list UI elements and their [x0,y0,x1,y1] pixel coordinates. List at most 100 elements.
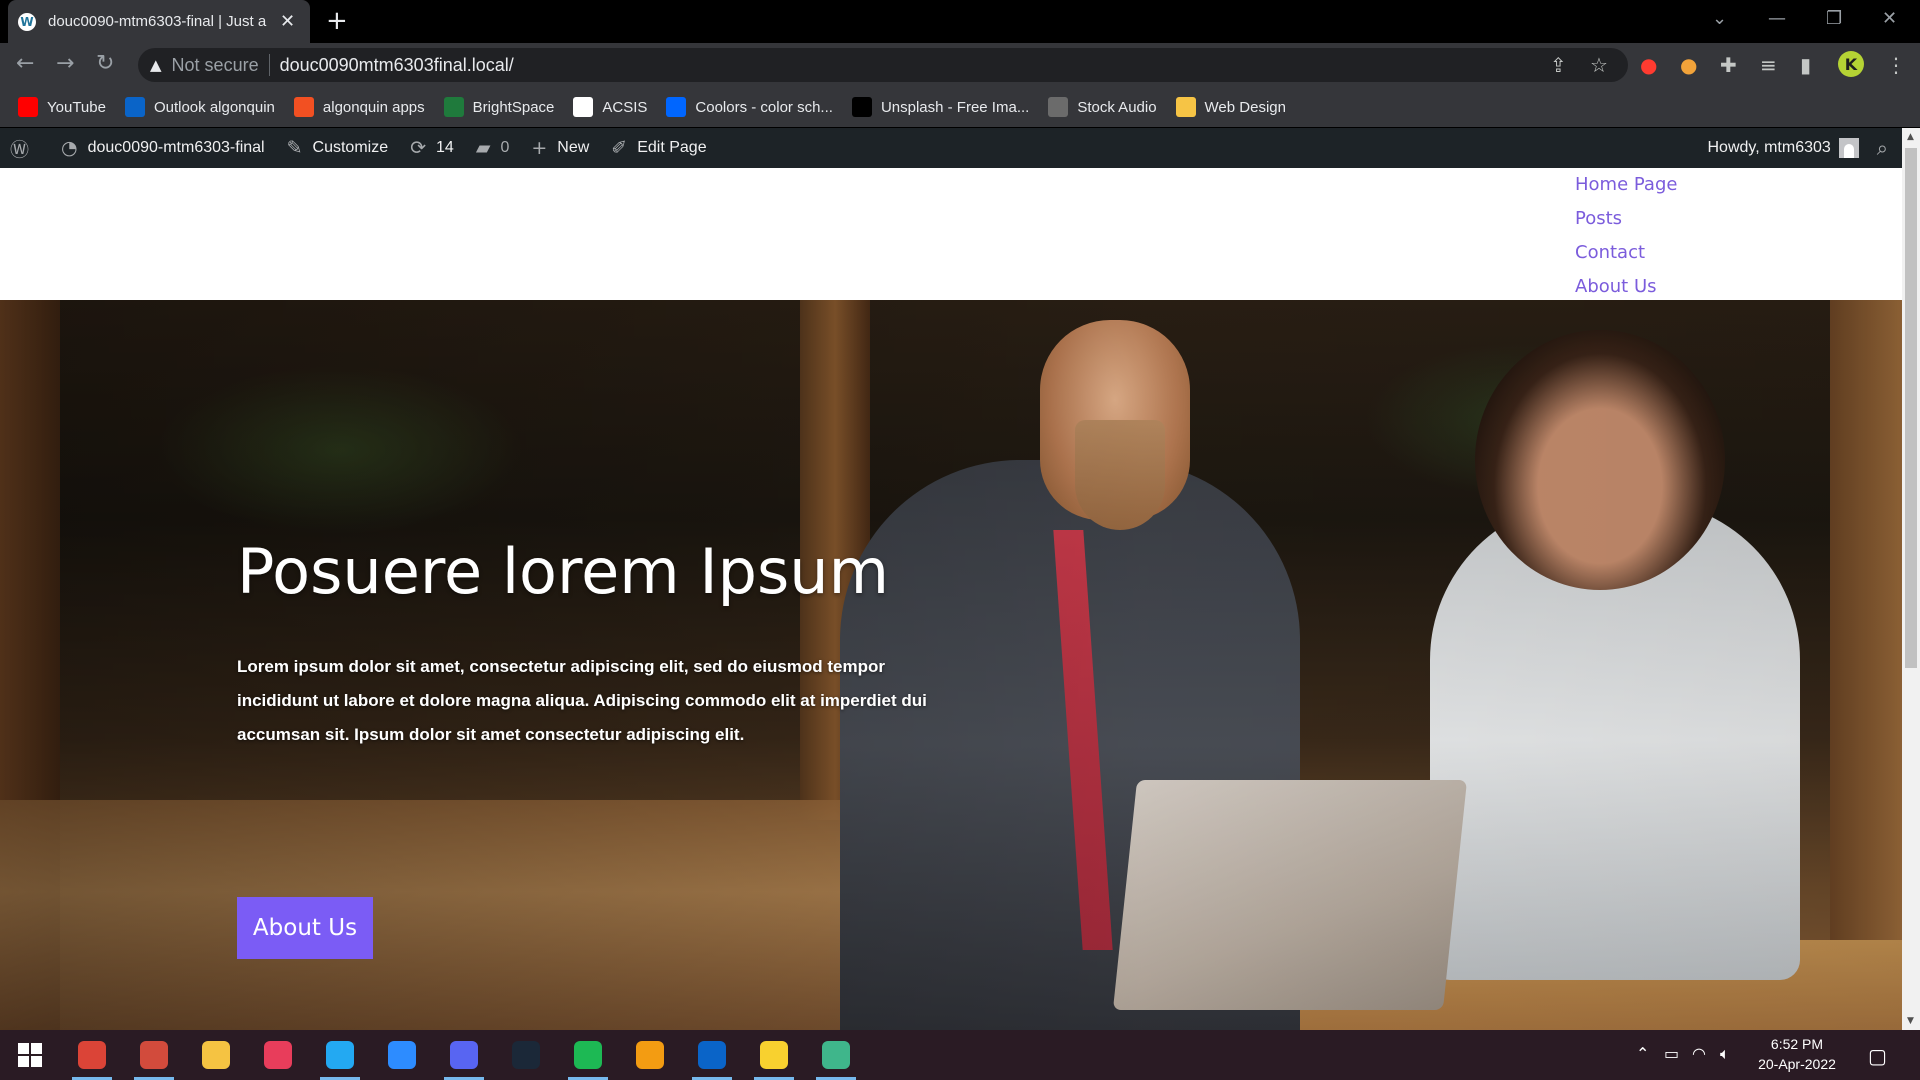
side-panel-icon[interactable]: ▮ [1800,53,1811,77]
restore-icon[interactable]: ❐ [1826,8,1842,29]
tab-title: douc0090-mtm6303-final | Just a [48,13,267,30]
minimize-icon[interactable]: — [1768,8,1786,29]
bookmark-item[interactable]: Coolors - color sch... [666,97,833,117]
scroll-down-arrow-icon[interactable]: ▼ [1907,1016,1914,1026]
taskbar-app[interactable] [64,1030,120,1080]
menu-item-about-us[interactable]: About Us [1575,270,1677,304]
user-avatar[interactable] [1838,138,1859,158]
dashboard-icon: ◔ [61,137,78,159]
taskbar-app[interactable] [374,1030,430,1080]
wp-updates-link[interactable]: ⟳ 14 [410,137,454,159]
outlook-icon [124,97,145,117]
address-bar[interactable]: ▲ Not secure douc0090mtm6303final.local/ [138,48,1628,82]
address-divider [268,54,270,76]
browser-tab-active[interactable]: W douc0090-mtm6303-final | Just a ✕ [8,0,310,43]
bookmark-item[interactable]: ACSIS [573,97,647,117]
scrollbar-thumb[interactable] [1905,148,1917,668]
search-icon[interactable]: ⌕ [1877,136,1888,160]
bookmark-item[interactable]: YouTube [18,97,106,117]
taskbar-app[interactable] [808,1030,864,1080]
wifi-icon[interactable]: ◠ [1692,1044,1706,1063]
youtube-icon [18,97,38,117]
bookmark-item[interactable]: Unsplash - Free Ima... [851,97,1029,117]
primary-menu: Home Page Posts Contact About Us [1575,168,1677,304]
file-explorer-icon [202,1041,230,1069]
bookmark-label: Web Design [1204,98,1286,116]
clock-date: 20-Apr-2022 [1758,1056,1836,1072]
paint-app-icon [140,1041,168,1069]
wp-site-name-link[interactable]: ◔ douc0090-mtm6303-final [61,137,265,159]
reload-icon[interactable]: ↻ [96,51,114,76]
wp-site-name[interactable]: douc0090-mtm6303-final [88,139,265,157]
bookmark-item[interactable]: BrightSpace [443,97,554,117]
wp-new-label[interactable]: New [557,139,589,157]
taskbar-app[interactable] [560,1030,616,1080]
page-scrollbar[interactable]: ▲ ▼ [1902,128,1920,1030]
taskbar-app[interactable] [684,1030,740,1080]
menu-item-contact[interactable]: Contact [1575,236,1677,270]
scroll-up-arrow-icon[interactable]: ▲ [1907,132,1914,142]
taskbar-app[interactable] [622,1030,678,1080]
discord-icon [450,1041,478,1069]
tab-search-chevron-icon[interactable]: ⌄ [1712,8,1727,29]
wp-logo-menu[interactable]: Ⓦ [10,135,39,162]
wp-customize-link[interactable]: ✎ Customize [287,137,389,159]
menu-item-home-page[interactable]: Home Page [1575,168,1677,202]
browser-tab-strip: W douc0090-mtm6303-final | Just a ✕ + ⌄ … [0,0,1920,43]
forward-icon[interactable]: → [56,51,74,76]
wp-edit-page-link[interactable]: ✐ Edit Page [611,137,706,159]
wp-comments-link[interactable]: ▰ 0 [476,137,510,159]
taskbar-app[interactable] [126,1030,182,1080]
share-icon[interactable]: ⇪ [1550,53,1567,77]
taskbar-app[interactable] [250,1030,306,1080]
bookmark-item[interactable]: Web Design [1175,97,1286,117]
taskbar-app[interactable] [188,1030,244,1080]
url-text[interactable]: douc0090mtm6303final.local/ [280,55,514,76]
coolors-icon [666,97,687,117]
taskbar-app[interactable] [746,1030,802,1080]
browser-toolbar: ← → ↻ ▲ Not secure douc0090mtm6303final.… [0,43,1920,87]
bookmark-item[interactable]: algonquin apps [293,97,425,117]
wordpress-logo-icon[interactable]: Ⓦ [10,135,29,162]
menu-item-posts[interactable]: Posts [1575,202,1677,236]
media-queue-icon[interactable]: ≡ [1760,53,1777,77]
bookmark-label: ACSIS [602,98,648,116]
vscode-icon [326,1041,354,1069]
steam-icon [512,1041,540,1069]
security-label[interactable]: Not secure [172,55,259,76]
taskbar-app[interactable] [312,1030,368,1080]
puzzle-extensions-icon[interactable]: ✚ [1720,53,1737,77]
start-button[interactable] [2,1030,58,1080]
notifications-icon[interactable]: ▢ [1868,1044,1887,1068]
about-us-button[interactable]: About Us [237,897,373,959]
wp-edit-page-label[interactable]: Edit Page [637,139,706,157]
taskbar-app[interactable] [436,1030,492,1080]
wp-howdy-user[interactable]: Howdy, mtm6303 [1707,139,1830,157]
tray-overflow-icon[interactable]: ⌃ [1636,1044,1649,1063]
bookmark-star-icon[interactable]: ☆ [1590,53,1608,77]
battery-icon[interactable]: ▭ [1664,1044,1679,1063]
wp-new-link[interactable]: + New [531,137,589,159]
back-icon[interactable]: ← [16,51,34,76]
taskbar-app[interactable] [498,1030,554,1080]
menu-kebab-icon[interactable]: ⋮ [1886,53,1906,77]
close-window-icon[interactable]: ✕ [1882,8,1897,29]
bookmark-item[interactable]: Outlook algonquin [124,97,275,117]
ad-blocker-extension-icon[interactable]: ● [1640,53,1657,77]
chrome-icon [78,1041,106,1069]
bookmark-item[interactable]: Stock Audio [1048,97,1157,117]
bookmarks-bar: YouTube Outlook algonquin algonquin apps Br… [0,87,1920,127]
zoom-icon [388,1041,416,1069]
profile-avatar[interactable]: K [1838,51,1864,77]
tab-close-icon[interactable]: ✕ [280,11,295,32]
warning-icon[interactable]: ▲ [150,56,162,74]
wp-customize-label[interactable]: Customize [313,139,389,157]
folder-icon [1175,97,1196,117]
system-clock[interactable]: 6:52 PM 20-Apr-2022 [1752,1034,1842,1074]
wp-updates-count[interactable]: 14 [436,139,454,157]
volume-icon[interactable]: 🔈︎ [1720,1044,1730,1064]
microsoft-apps-icon [293,97,314,117]
extension-icon[interactable]: ● [1680,53,1697,77]
wp-comments-count[interactable]: 0 [500,139,509,157]
new-tab-button[interactable]: + [326,6,348,36]
